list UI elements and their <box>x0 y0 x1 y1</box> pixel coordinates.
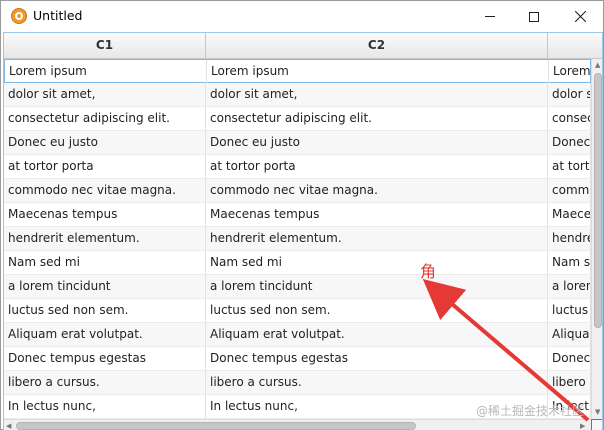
table-cell-c1[interactable]: Nam sed mi <box>4 251 206 274</box>
minimize-icon <box>485 16 495 17</box>
table-cell-c3[interactable]: Donec <box>548 347 591 370</box>
table-cell-c2[interactable]: Maecenas tempus <box>206 203 548 226</box>
scroll-left-icon[interactable]: ◀ <box>6 422 11 430</box>
table-cell-c2[interactable]: Donec eu justo <box>206 131 548 154</box>
table-cell-c3[interactable]: Donec <box>548 131 591 154</box>
watermark-text: @稀土掘金技术社区 <box>476 404 585 418</box>
table-cell-c1[interactable]: In lectus nunc, <box>4 395 206 418</box>
table-row[interactable]: a lorem tincidunt a lorem tincidunt a lore… <box>4 275 591 299</box>
table-cell-c1[interactable]: Donec tempus egestas <box>4 347 206 370</box>
close-icon <box>574 11 586 22</box>
annotation-label: 角 <box>420 262 437 281</box>
table-view[interactable]: C1 C2 Lorem ipsum Lorem ipsum Lorem dolor s… <box>3 32 603 430</box>
table-cell-c2[interactable]: Donec tempus egestas <box>206 347 548 370</box>
table-cell-c1[interactable]: Aliquam erat volutpat. <box>4 323 206 346</box>
table-cell-c2[interactable]: libero a cursus. <box>206 371 548 394</box>
scrollbar-corner <box>591 419 602 430</box>
table-cell-c2[interactable]: Lorem ipsum <box>207 60 549 83</box>
table-cell-c2[interactable]: Nam sed mi <box>206 251 548 274</box>
table-cell-c3[interactable]: at torto <box>548 155 591 178</box>
table-cell-c3[interactable]: dolor s <box>548 83 591 106</box>
table-row[interactable]: Nam sed miNam sed miNam se <box>4 251 591 275</box>
table-cell-c2[interactable]: Aliquam erat volutpat. <box>206 323 548 346</box>
table-cell-c2[interactable]: at tortor porta <box>206 155 548 178</box>
column-header-c1[interactable]: C1 <box>4 33 206 58</box>
table-cell-c2[interactable]: luctus sed non sem. <box>206 299 548 322</box>
window-title: Untitled <box>33 8 83 23</box>
vertical-scrollbar[interactable]: ▲ ▼ <box>591 59 602 419</box>
table-cell-c1[interactable]: Lorem ipsum <box>5 60 207 83</box>
table-row[interactable]: luctus sed non sem. luctus sed non sem. lu… <box>4 299 591 323</box>
table-cell-c1[interactable]: consectetur adipiscing elit. <box>4 107 206 130</box>
table-row[interactable]: consectetur adipiscing elit. consectetur … <box>4 107 591 131</box>
table-body: Lorem ipsum Lorem ipsum Lorem dolor sit ame… <box>4 59 591 419</box>
table-row[interactable]: Donec tempus egestas Donec tempus egestas… <box>4 347 591 371</box>
maximize-button[interactable] <box>511 1 557 32</box>
table-cell-c3[interactable]: Lorem <box>549 60 591 83</box>
table-cell-c2[interactable]: a lorem tincidunt <box>206 275 548 298</box>
table-cell-c1[interactable]: libero a cursus. <box>4 371 206 394</box>
table-cell-c1[interactable]: at tortor porta <box>4 155 206 178</box>
table-cell-c3[interactable]: luctus <box>548 299 591 322</box>
scroll-right-icon[interactable]: ▶ <box>580 422 585 430</box>
table-row[interactable]: hendrerit elementum. hendrerit elementum.… <box>4 227 591 251</box>
table-cell-c2[interactable]: consectetur adipiscing elit. <box>206 107 548 130</box>
table-row[interactable]: Aliquam erat volutpat. Aliquam erat volut… <box>4 323 591 347</box>
table-cell-c3[interactable]: Maece <box>548 203 591 226</box>
table-cell-c3[interactable]: libero a <box>548 371 591 394</box>
title-bar[interactable]: Untitled <box>1 1 603 32</box>
table-cell-c3[interactable]: commo <box>548 179 591 202</box>
table-cell-c2[interactable]: dolor sit amet, <box>206 83 548 106</box>
table-cell-c1[interactable]: commodo nec vitae magna. <box>4 179 206 202</box>
table-cell-c3[interactable]: Nam se <box>548 251 591 274</box>
table-cell-c3[interactable]: Aliqua <box>548 323 591 346</box>
table-cell-c1[interactable]: hendrerit elementum. <box>4 227 206 250</box>
table-row[interactable]: at tortor portaat tortor portaat torto <box>4 155 591 179</box>
application-window: Untitled C1 C2 Lorem ipsum Lorem ipsum Lor… <box>0 0 604 430</box>
table-row[interactable]: Maecenas tempus Maecenas tempus Maece <box>4 203 591 227</box>
column-header-c2[interactable]: C2 <box>206 33 548 58</box>
table-cell-c1[interactable]: luctus sed non sem. <box>4 299 206 322</box>
table-header: C1 C2 <box>4 33 602 59</box>
scroll-up-icon[interactable]: ▲ <box>595 61 600 69</box>
close-button[interactable] <box>557 1 603 32</box>
table-cell-c2[interactable]: commodo nec vitae magna. <box>206 179 548 202</box>
table-cell-c2[interactable]: hendrerit elementum. <box>206 227 548 250</box>
maximize-icon <box>529 11 539 22</box>
table-cell-c1[interactable]: Maecenas tempus <box>4 203 206 226</box>
table-row[interactable]: Lorem ipsum Lorem ipsum Lorem <box>4 59 591 83</box>
horizontal-scrollbar[interactable]: ◀ ▶ <box>4 419 591 430</box>
app-icon <box>11 8 27 24</box>
scroll-down-icon[interactable]: ▼ <box>595 408 600 416</box>
table-cell-c3[interactable]: a loren <box>548 275 591 298</box>
table-row[interactable]: commodo nec vitae magna. commodo nec vita… <box>4 179 591 203</box>
vertical-scroll-thumb[interactable] <box>594 73 602 328</box>
table-cell-c1[interactable]: a lorem tincidunt <box>4 275 206 298</box>
table-cell-c3[interactable]: consect <box>548 107 591 130</box>
table-cell-c1[interactable]: Donec eu justo <box>4 131 206 154</box>
table-cell-c3[interactable]: hendre <box>548 227 591 250</box>
table-cell-c1[interactable]: dolor sit amet, <box>4 83 206 106</box>
column-header-c3[interactable] <box>548 33 602 58</box>
table-row[interactable]: Donec eu justo Donec eu justo Donec <box>4 131 591 155</box>
minimize-button[interactable] <box>467 1 513 32</box>
horizontal-scroll-thumb[interactable] <box>16 422 416 430</box>
table-row[interactable]: dolor sit amet, dolor sit amet, dolor s <box>4 83 591 107</box>
table-row[interactable]: libero a cursus.libero a cursus.libero a <box>4 371 591 395</box>
